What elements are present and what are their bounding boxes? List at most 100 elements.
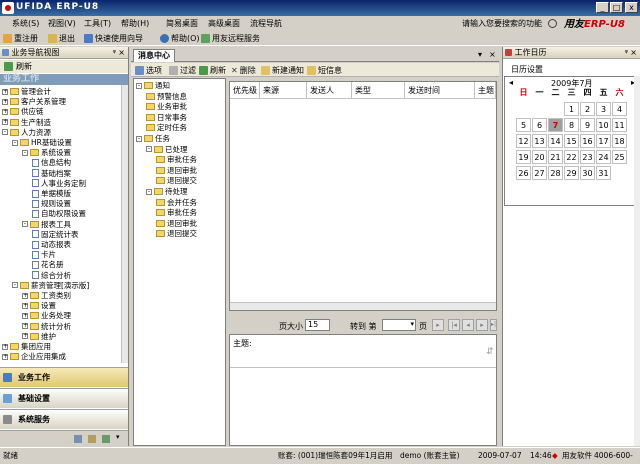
menu-process-nav[interactable]: 流程导航 (250, 18, 282, 29)
menu-view[interactable]: 视图(V) (48, 18, 76, 29)
page-select[interactable]: ▾ (382, 319, 416, 331)
nav-system-service[interactable]: 系统服务 (0, 409, 128, 429)
calendar-day[interactable]: 27 (532, 166, 547, 180)
tree-item[interactable]: + 集团应用 (2, 342, 51, 351)
pin-icon[interactable]: ᵠ (625, 47, 628, 58)
expand-icon[interactable]: + (22, 333, 28, 340)
calendar-day[interactable]: 29 (564, 166, 579, 180)
tree-item[interactable]: 基础档案 (32, 169, 71, 178)
menu-simple-desktop[interactable]: 简易桌面 (166, 18, 198, 29)
calendar-day[interactable]: 12 (516, 134, 531, 148)
remote-service-button[interactable]: 用友远程服务 (201, 32, 260, 45)
refresh-messages-button[interactable]: 刷新 (199, 64, 226, 77)
expand-icon[interactable]: + (22, 323, 28, 330)
collapse-icon[interactable]: - (2, 129, 8, 136)
calendar-day[interactable]: 10 (596, 118, 611, 132)
collapse-icon[interactable]: - (12, 139, 18, 146)
collapse-icon[interactable]: - (136, 82, 142, 89)
maximize-button[interactable]: □ (610, 2, 623, 13)
menu-advanced-desktop[interactable]: 高级桌面 (208, 18, 240, 29)
tree-item[interactable]: + 供应链 (2, 107, 44, 116)
prev-page-icon[interactable]: ◂ (462, 319, 474, 331)
tree-item[interactable]: - 通知 (136, 81, 170, 90)
tree-item[interactable]: 动态报表 (32, 240, 71, 249)
tree-item[interactable]: 退回提交 (156, 176, 197, 185)
search-icon[interactable] (548, 19, 557, 28)
collapse-icon[interactable]: - (146, 146, 152, 153)
calendar-day[interactable]: 21 (548, 150, 563, 164)
tree-item[interactable]: - 任务 (136, 134, 170, 143)
sms-button[interactable]: 短信息 (307, 64, 342, 77)
chevron-down-icon[interactable]: ▾ (116, 433, 120, 441)
tree-item[interactable]: 会并任务 (156, 198, 197, 207)
filter-button[interactable]: 过滤 (169, 64, 196, 77)
tree-item[interactable]: 规则设置 (32, 199, 71, 208)
tree-item[interactable]: 退回审批 (156, 166, 197, 175)
calendar-day[interactable]: 17 (596, 134, 611, 148)
tree-item[interactable]: 卡片 (32, 250, 56, 259)
calendar-day[interactable]: 7 (548, 118, 563, 132)
right-scrollbar[interactable] (634, 76, 640, 446)
expand-icon[interactable]: + (2, 343, 8, 350)
tree-item[interactable]: + 维护 (22, 332, 56, 341)
tab-message-center[interactable]: 消息中心 (133, 49, 175, 62)
close-button[interactable]: x (625, 2, 638, 13)
go-button[interactable]: ▸ (432, 319, 444, 331)
prev-month-icon[interactable]: ◂ (509, 78, 513, 87)
first-page-icon[interactable]: |◂ (448, 319, 460, 331)
tree-item[interactable]: - 待处理 (146, 187, 188, 196)
close-pane-icon[interactable]: × (630, 47, 637, 58)
tree-item[interactable]: 退回审批 (156, 219, 197, 228)
calendar-day[interactable]: 26 (516, 166, 531, 180)
expand-icon[interactable]: + (2, 119, 8, 126)
calendar-day[interactable]: 16 (580, 134, 595, 148)
close-pane-icon[interactable]: × (118, 47, 125, 58)
expand-icon[interactable]: + (22, 292, 28, 299)
tree-item[interactable]: 人事业务定制 (32, 179, 86, 188)
col-type[interactable]: 类型 (352, 82, 405, 99)
calendar-day[interactable]: 23 (580, 150, 595, 164)
tree-item[interactable]: - HR基础设置 (12, 138, 72, 147)
tree-item[interactable]: 固定统计表 (32, 230, 79, 239)
tree-item[interactable]: 定时任务 (146, 123, 187, 132)
next-page-icon[interactable]: ▸ (476, 319, 488, 331)
expand-icon[interactable]: + (22, 302, 28, 309)
tree-item[interactable]: 预警信息 (146, 92, 187, 101)
tree-item[interactable]: - 已处理 (146, 145, 188, 154)
tree-item[interactable]: + 工资类别 (22, 291, 71, 300)
calendar-day[interactable]: 31 (596, 166, 611, 180)
calendar-day[interactable]: 4 (612, 102, 627, 116)
calendar-day[interactable]: 5 (516, 118, 531, 132)
expand-icon[interactable]: + (22, 312, 28, 319)
close-tab-icon[interactable]: × (489, 50, 496, 59)
help-button[interactable]: 帮助(O) (160, 32, 200, 45)
tree-item[interactable]: + 客户关系管理 (2, 97, 66, 106)
tree-item[interactable]: 花名册 (32, 260, 64, 269)
nav-basic-settings[interactable]: 基础设置 (0, 388, 128, 408)
tree-item[interactable]: 信息结构 (32, 158, 71, 167)
calendar-day[interactable]: 30 (580, 166, 595, 180)
tree-item[interactable]: + 生产制造 (2, 118, 51, 127)
collapse-icon[interactable]: - (12, 282, 18, 289)
calendar-day[interactable]: 11 (612, 118, 627, 132)
collapse-icon[interactable]: - (22, 221, 28, 228)
menu-system[interactable]: 系统(S) (12, 18, 39, 29)
tab-list-icon[interactable]: ▾ (478, 50, 482, 59)
exit-button[interactable]: 退出 (48, 32, 75, 45)
tree-item[interactable]: 综合分析 (32, 271, 71, 280)
refresh-button[interactable]: 刷新 (0, 60, 128, 73)
tree-item[interactable]: - 报表工具 (22, 220, 71, 229)
calendar-day[interactable]: 1 (564, 102, 579, 116)
tree-item[interactable]: 审批任务 (156, 208, 197, 217)
tree-item[interactable]: + 业务处理 (22, 311, 71, 320)
col-subject[interactable]: 主题 (475, 82, 496, 99)
settings-icon[interactable] (74, 435, 82, 443)
calendar-day[interactable]: 14 (548, 134, 563, 148)
tree-item[interactable]: 日常事务 (146, 113, 187, 122)
last-page-icon[interactable]: ▸| (490, 319, 497, 331)
expand-icon[interactable]: + (2, 98, 8, 105)
col-sender[interactable]: 发送人 (307, 82, 352, 99)
calendar-day[interactable]: 22 (564, 150, 579, 164)
delete-button[interactable]: ✕ 删除 (231, 64, 256, 77)
calendar-day[interactable]: 8 (564, 118, 579, 132)
